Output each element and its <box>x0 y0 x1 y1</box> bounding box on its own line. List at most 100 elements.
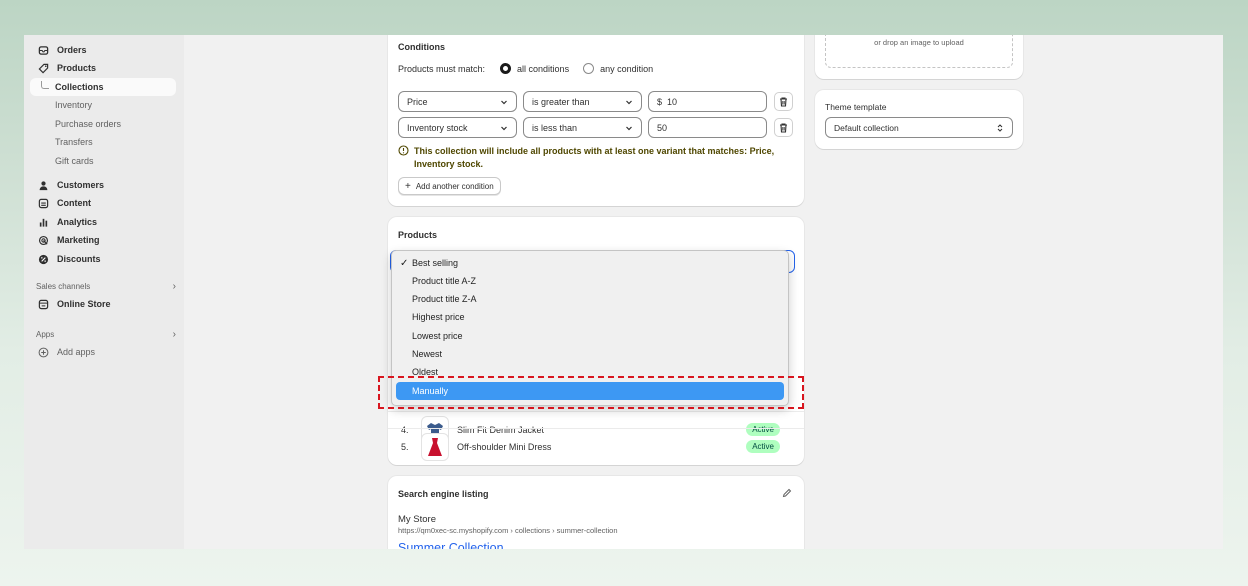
theme-template-card: Theme template Default collection <box>815 90 1023 149</box>
chevron-down-icon <box>501 126 507 130</box>
sort-option-newest[interactable]: Newest <box>396 345 784 363</box>
sidebar-item-label: Discounts <box>57 254 101 264</box>
all-conditions-radio[interactable]: all conditions <box>500 63 569 74</box>
chevron-down-icon <box>501 100 507 104</box>
match-row: Products must match: all conditions any … <box>398 63 653 74</box>
theme-template-label: Theme template <box>825 102 887 112</box>
tag-icon <box>38 63 49 74</box>
option-label: Lowest price <box>412 331 463 341</box>
subnav-connector <box>41 81 49 89</box>
must-match-label: Products must match: <box>398 63 486 74</box>
button-label: Add another condition <box>415 181 494 191</box>
delete-condition-button[interactable] <box>774 118 793 137</box>
edit-pencil-icon[interactable] <box>782 488 792 500</box>
trash-icon <box>780 96 787 107</box>
sidebar-item-orders[interactable]: Orders <box>30 41 176 59</box>
sidebar-item-label: Gift cards <box>55 156 94 166</box>
target-icon <box>38 235 49 246</box>
plus-icon: + <box>405 180 411 192</box>
annotation-highlight-box <box>378 376 804 409</box>
product-thumbnail <box>421 433 449 461</box>
any-condition-radio[interactable]: any condition <box>583 63 653 74</box>
condition-operator-select[interactable]: is greater than <box>523 91 642 112</box>
seo-store-name: My Store <box>398 514 437 525</box>
condition-field-select[interactable]: Inventory stock <box>398 117 517 138</box>
input-value: 50 <box>657 122 668 133</box>
sidebar-item-gift-cards[interactable]: Gift cards <box>30 152 176 170</box>
theme-template-select[interactable]: Default collection <box>825 117 1013 138</box>
person-icon <box>38 180 49 191</box>
sidebar-item-marketing[interactable]: Marketing <box>30 231 176 249</box>
select-value: Inventory stock <box>407 122 468 133</box>
currency-prefix: $ <box>657 96 663 107</box>
row-index: 5. <box>401 441 409 452</box>
condition-operator-select[interactable]: is less than <box>523 117 642 138</box>
info-icon <box>398 145 409 158</box>
seo-page-title: Summer Collection <box>398 541 504 549</box>
conditions-notice: This collection will include all product… <box>414 145 774 171</box>
seo-url: https://qm0xec-sc.myshopify.com › collec… <box>398 526 618 535</box>
all-conditions-label: all conditions <box>517 63 570 74</box>
option-label: Highest price <box>412 312 465 322</box>
sales-channels-header[interactable]: Sales channels › <box>36 281 176 292</box>
option-label: Newest <box>412 349 443 359</box>
select-value: Price <box>407 96 428 107</box>
checkmark-icon: ✓ <box>400 257 409 269</box>
apps-header[interactable]: Apps › <box>36 329 176 340</box>
select-value: is greater than <box>532 96 590 107</box>
condition-field-select[interactable]: Price <box>398 91 517 112</box>
sidebar-item-online-store[interactable]: Online Store <box>30 295 176 313</box>
table-row[interactable]: 5. Off-shoulder Mini Dress Active <box>388 428 804 464</box>
any-condition-label: any condition <box>600 63 654 74</box>
condition-value-input[interactable]: $ 10 <box>648 91 767 112</box>
delete-condition-button[interactable] <box>774 92 793 111</box>
sidebar-item-label: Analytics <box>57 217 98 227</box>
bar-chart-icon <box>38 217 49 228</box>
sort-option-highest-price[interactable]: Highest price <box>396 308 784 326</box>
status-badge: Active <box>746 440 780 453</box>
sidebar-item-products[interactable]: Products <box>30 59 176 77</box>
sort-option-title-az[interactable]: Product title A-Z <box>396 272 784 290</box>
sales-channels-label: Sales channels <box>36 282 91 291</box>
chevron-down-icon <box>626 100 632 104</box>
sidebar-item-add-apps[interactable]: Add apps <box>30 343 176 361</box>
sidebar-item-content[interactable]: Content <box>30 194 176 212</box>
add-condition-button[interactable]: + Add another condition <box>398 177 501 195</box>
sidebar-item-label: Transfers <box>55 137 93 147</box>
sidebar-item-discounts[interactable]: Discounts <box>30 250 176 268</box>
sidebar-item-transfers[interactable]: Transfers <box>30 133 176 151</box>
condition-value-input[interactable]: 50 <box>648 117 767 138</box>
sidebar-item-label: Orders <box>57 45 87 55</box>
sort-option-best-selling[interactable]: ✓ Best selling <box>396 254 784 272</box>
input-value: 10 <box>667 96 678 107</box>
sidebar-item-label: Inventory <box>55 100 93 110</box>
sidebar-item-label: Content <box>57 198 91 208</box>
sidebar-item-inventory[interactable]: Inventory <box>30 96 176 114</box>
sort-option-lowest-price[interactable]: Lowest price <box>396 327 784 345</box>
notice-line: This collection will include all product… <box>414 146 775 156</box>
image-dropzone[interactable]: or drop an image to upload <box>825 35 1013 68</box>
sidebar-item-label: Products <box>57 63 97 73</box>
sidebar-item-label: Purchase orders <box>55 119 122 129</box>
sidebar-item-label: Add apps <box>57 347 96 357</box>
plus-circle-icon <box>38 347 49 358</box>
sidebar-item-customers[interactable]: Customers <box>30 176 176 194</box>
chevron-right-icon: › <box>172 281 176 292</box>
trash-icon <box>780 122 787 133</box>
select-arrows-icon <box>997 123 1003 132</box>
sidebar-item-purchase-orders[interactable]: Purchase orders <box>30 115 176 133</box>
products-title: Products <box>398 230 438 240</box>
dress-image <box>428 438 442 456</box>
select-value: is less than <box>532 122 578 133</box>
orders-icon <box>38 45 49 56</box>
radio-unchecked <box>583 63 595 74</box>
admin-window: Orders Products Collections Inventory Pu… <box>24 35 1223 549</box>
sidebar-item-analytics[interactable]: Analytics <box>30 213 176 231</box>
product-name: Off-shoulder Mini Dress <box>457 441 552 452</box>
sidebar-item-collections[interactable]: Collections <box>30 78 176 96</box>
option-label: Best selling <box>412 258 459 268</box>
option-label: Product title A-Z <box>412 276 477 286</box>
sort-option-title-za[interactable]: Product title Z-A <box>396 290 784 308</box>
dropzone-hint: or drop an image to upload <box>874 38 964 47</box>
select-value: Default collection <box>834 122 899 133</box>
